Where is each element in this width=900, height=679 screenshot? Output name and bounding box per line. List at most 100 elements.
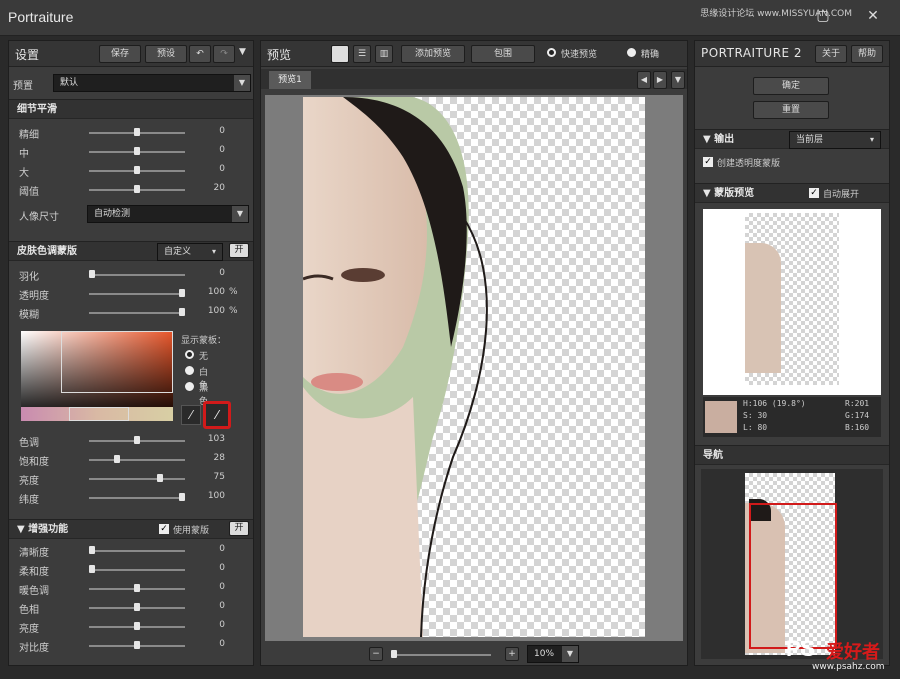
- slider-thumb[interactable]: [134, 436, 140, 444]
- slider-thumb[interactable]: [179, 289, 185, 297]
- preview-title: 预览: [267, 48, 292, 62]
- auto-expand-checkbox[interactable]: ✓: [809, 188, 819, 198]
- split-vertical-icon[interactable]: ▥: [375, 45, 393, 63]
- create-mask-label: 创建透明度蒙版: [717, 159, 781, 169]
- restore-icon[interactable]: ▢: [814, 8, 832, 24]
- zoom-in-button[interactable]: +: [505, 647, 519, 661]
- preview-canvas[interactable]: [265, 95, 683, 641]
- navigation-section-header[interactable]: 导航: [695, 445, 889, 465]
- single-view-icon[interactable]: [331, 45, 349, 63]
- hue-range-box[interactable]: [69, 407, 129, 421]
- chevron-down-icon: ▼: [232, 206, 248, 222]
- slider-track[interactable]: [89, 569, 185, 571]
- slider-value: 0: [219, 582, 225, 592]
- auto-expand-label: 自动展开: [823, 190, 860, 200]
- slider-thumb[interactable]: [89, 565, 95, 573]
- color-selection-box[interactable]: [61, 331, 173, 393]
- about-button[interactable]: 关于: [815, 45, 847, 63]
- detail-section-header[interactable]: 细节平滑: [9, 99, 253, 119]
- slider-thumb[interactable]: [134, 641, 140, 649]
- chevron-down-icon: ▼: [703, 188, 715, 199]
- portrait-size-select[interactable]: 自动检测 ▼: [87, 205, 249, 223]
- slider-thumb[interactable]: [134, 603, 140, 611]
- hsl-l: L: 80: [743, 423, 768, 432]
- skin-mode-value: 自定义: [164, 247, 192, 257]
- slider-thumb[interactable]: [156, 474, 163, 482]
- slider-row: 饱和度 28: [9, 452, 253, 468]
- slider-label: 柔和度: [19, 567, 49, 578]
- reset-button[interactable]: 重置: [753, 101, 829, 119]
- slider-track[interactable]: [89, 478, 185, 480]
- site-watermark: PS 爱好者 www.psahz.com: [786, 636, 896, 676]
- skin-mask-on-toggle[interactable]: 开: [229, 243, 249, 258]
- radio-icon: [185, 382, 194, 391]
- zoom-out-button[interactable]: −: [369, 647, 383, 661]
- eyedropper-icon[interactable]: ⁄: [181, 405, 201, 425]
- slider-track[interactable]: [89, 312, 185, 314]
- navigator[interactable]: [701, 469, 883, 659]
- tab-preview1[interactable]: 预览1: [269, 71, 311, 89]
- save-button[interactable]: 保存: [99, 45, 141, 63]
- tab-next-icon[interactable]: ▶: [653, 71, 667, 89]
- slider-track[interactable]: [89, 459, 185, 461]
- preset-button[interactable]: 预设: [145, 45, 187, 63]
- create-mask-checkbox[interactable]: ✓: [703, 157, 713, 167]
- tab-prev-icon[interactable]: ◀: [637, 71, 651, 89]
- output-select[interactable]: 当前层 ▾: [789, 131, 881, 149]
- chevron-down-icon: ▼: [234, 75, 250, 91]
- sampled-color-swatch: [705, 401, 737, 433]
- slider-thumb[interactable]: [134, 128, 140, 136]
- slider-value: 0: [219, 563, 225, 573]
- split-horizontal-icon[interactable]: ☰: [353, 45, 371, 63]
- use-mask-checkbox[interactable]: ✓: [159, 524, 169, 534]
- slider-row: 模糊 100%: [9, 305, 253, 321]
- zoom-slider[interactable]: [391, 654, 491, 656]
- slider-label: 暖色调: [19, 586, 49, 597]
- add-preview-button[interactable]: 添加预览: [401, 45, 465, 63]
- zoom-slider-thumb[interactable]: [391, 650, 397, 658]
- slider-value: 0: [219, 126, 225, 136]
- mask-thumbnail: [745, 213, 839, 385]
- slider-row: 亮度 0: [9, 619, 253, 635]
- tab-menu-icon[interactable]: ▼: [671, 71, 685, 89]
- preview-image: [303, 97, 645, 637]
- slider-thumb[interactable]: [89, 270, 95, 278]
- slider-thumb[interactable]: [134, 166, 140, 174]
- slider-thumb[interactable]: [89, 546, 95, 554]
- slider-track[interactable]: [89, 497, 185, 499]
- close-icon[interactable]: ✕: [864, 8, 882, 24]
- slider-track[interactable]: [89, 550, 185, 552]
- rgb-r: R:201: [845, 399, 870, 408]
- slider-thumb[interactable]: [134, 584, 140, 592]
- enhance-section-header[interactable]: ▼ 增强功能: [9, 519, 253, 539]
- chevron-down-icon: ▼: [562, 646, 578, 662]
- slider-track[interactable]: [89, 293, 185, 295]
- help-button[interactable]: 帮助: [851, 45, 883, 63]
- eyedropper-plus-button[interactable]: ⁄: [203, 401, 231, 429]
- zoom-select[interactable]: 10% ▼: [527, 645, 579, 663]
- bracket-button[interactable]: 包围: [471, 45, 535, 63]
- slider-thumb[interactable]: [114, 455, 121, 463]
- navigator-viewport[interactable]: [749, 503, 837, 649]
- slider-thumb[interactable]: [134, 185, 140, 193]
- slider-value: 0: [219, 145, 225, 155]
- mask-preview-title: 蒙版预览: [714, 188, 755, 199]
- undo-icon[interactable]: ↶: [189, 45, 211, 63]
- skin-mode-select[interactable]: 自定义 ▾: [157, 243, 223, 261]
- zoom-value: 10%: [534, 649, 555, 659]
- right-panel: PORTRAITURE 2 关于 帮助 确定 重置 ▼ 输出 当前层 ▾ ✓ 创建…: [694, 40, 890, 666]
- redo-icon[interactable]: ↷: [213, 45, 235, 63]
- menu-chevron-icon[interactable]: ▼: [239, 47, 246, 57]
- radio-icon: [185, 366, 194, 375]
- enhance-on-toggle[interactable]: 开: [229, 521, 249, 536]
- ok-button[interactable]: 确定: [753, 77, 829, 95]
- chevron-down-icon: ▼: [17, 524, 29, 535]
- slider-thumb[interactable]: [179, 308, 185, 316]
- radio-icon: [627, 48, 636, 57]
- slider-thumb[interactable]: [134, 622, 140, 630]
- slider-track[interactable]: [89, 274, 185, 276]
- preset-select[interactable]: 默认 ▼: [53, 74, 251, 92]
- slider-thumb[interactable]: [179, 493, 185, 501]
- mask-preview-section-header[interactable]: ▼ 蒙版预览: [695, 183, 889, 203]
- slider-thumb[interactable]: [134, 147, 140, 155]
